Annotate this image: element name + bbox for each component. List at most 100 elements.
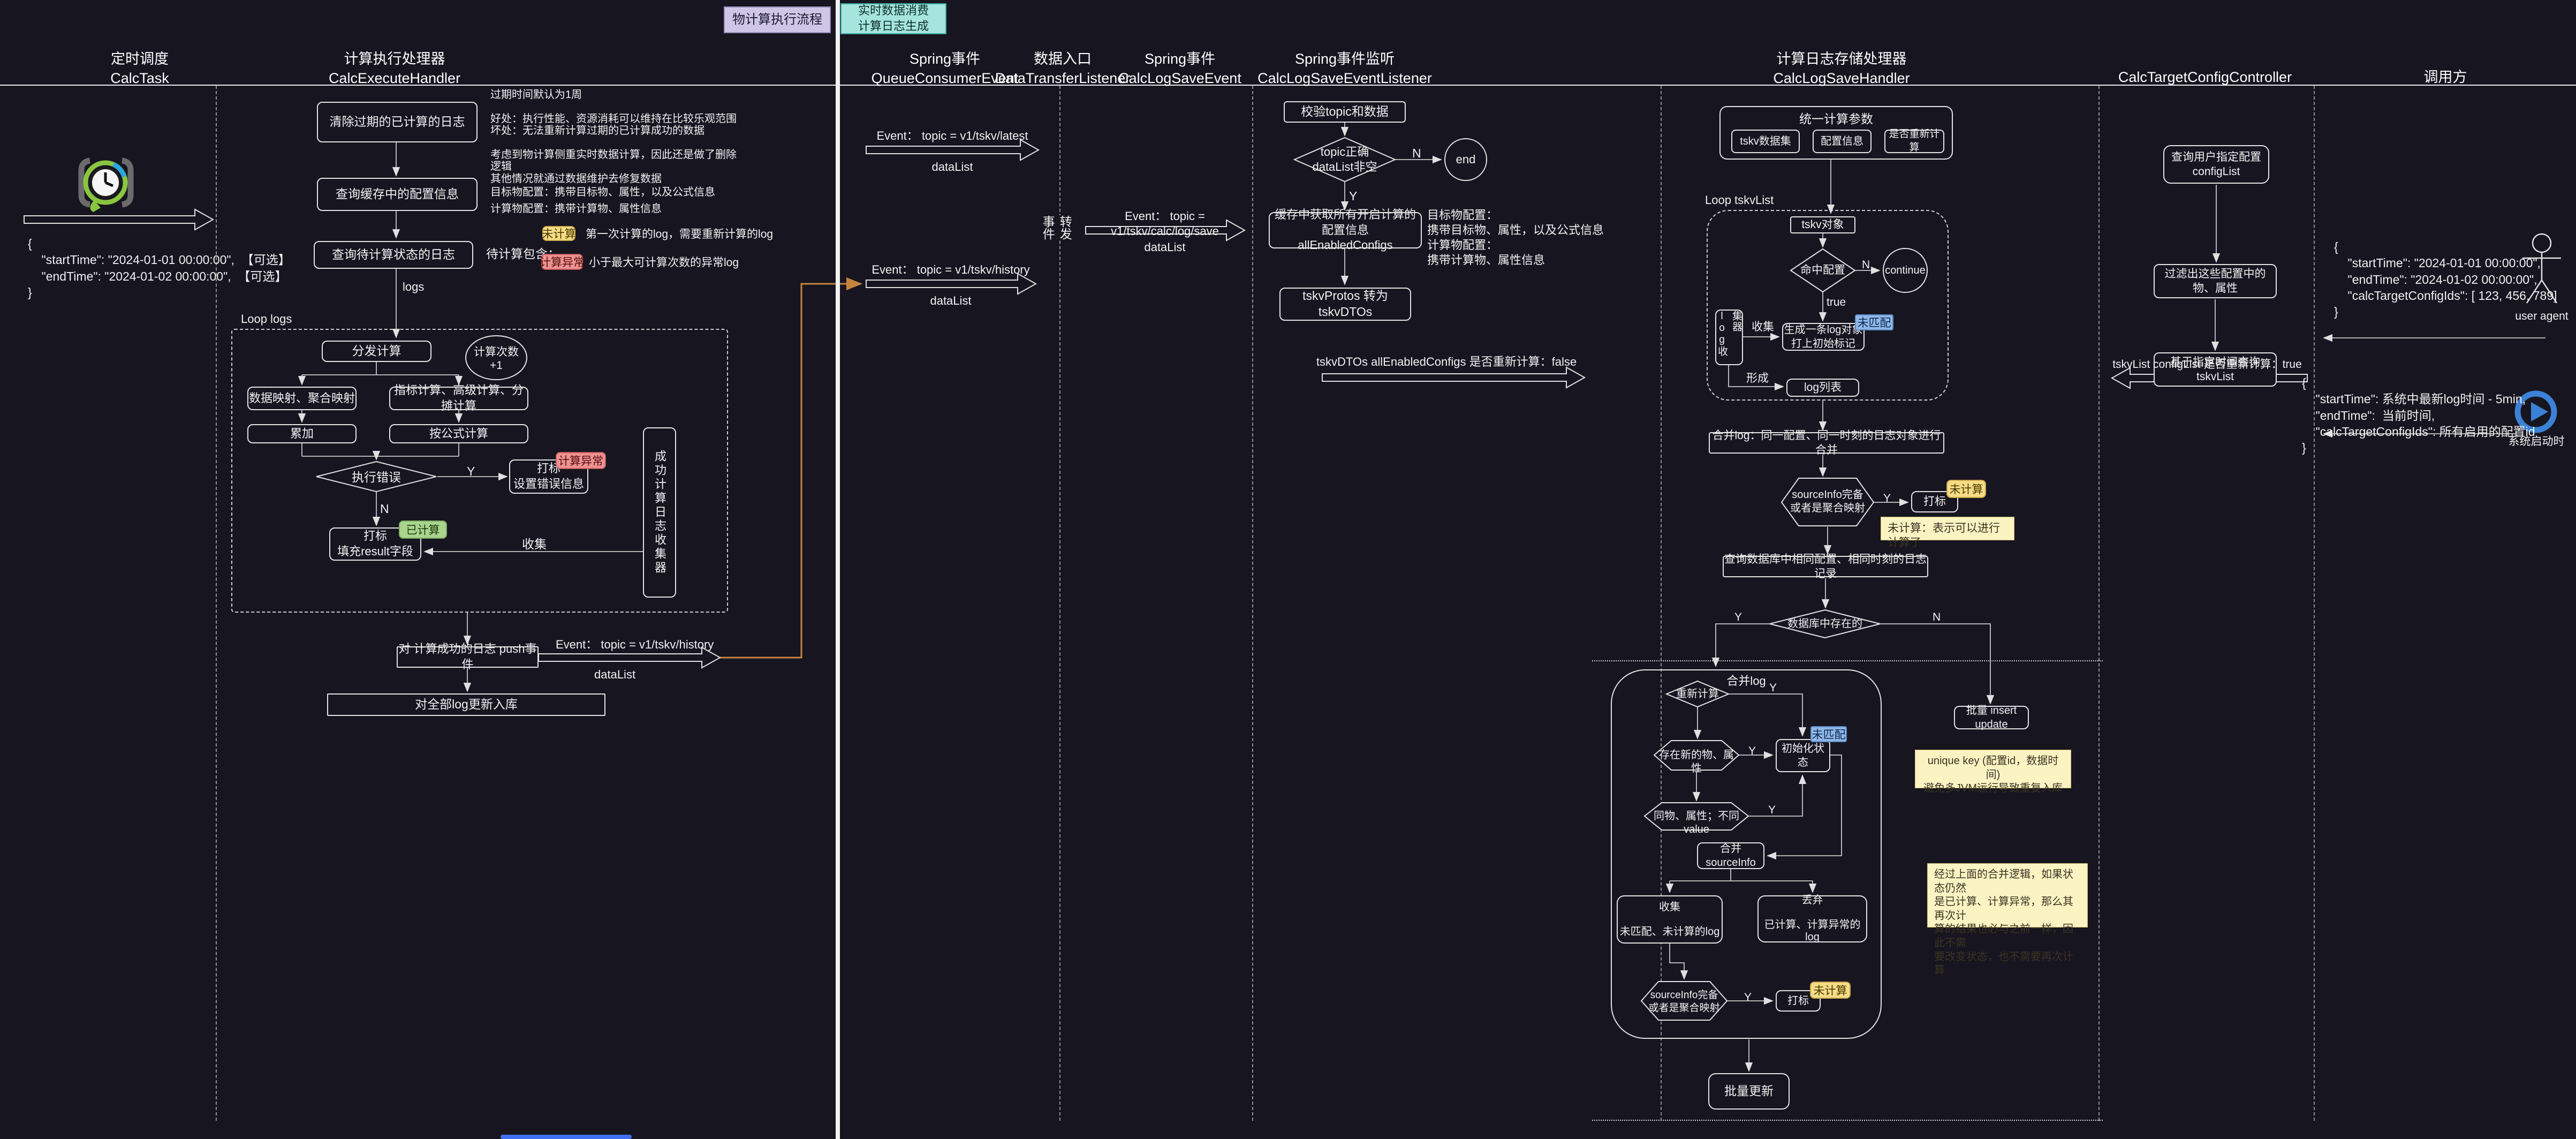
node-get-enabled-configs: 缓存中获取所有开启计算的配置信息 allEnabledConfigs — [1269, 212, 1422, 248]
horizontal-scrollbar-thumb[interactable] — [501, 1135, 632, 1139]
task-trigger-arrow — [24, 209, 213, 230]
section-divider — [836, 0, 840, 1139]
node-metric-calc: 指标计算、高级计算、分摊计算 — [389, 387, 528, 410]
label-collect: 收集 — [522, 537, 547, 552]
label-same-hex: 同物、属性；不同value — [1645, 810, 1748, 836]
label-exec-event-history: Event： topic = v1/tskv/history — [556, 637, 714, 652]
node-accumulate: 累加 — [247, 424, 357, 443]
label-recalc: 重新计算 — [1665, 688, 1730, 701]
label-sys-start: 系统启动时 — [2501, 435, 2572, 449]
label-event-history-mid: Event： topic = v1/tskv/history — [870, 262, 1031, 277]
node-discard-logs: 丢弃 已计算、计算异常的log — [1757, 895, 1867, 942]
node-query-user-config: 查询用户指定配置 configList — [2163, 145, 2269, 184]
label-topic-y: Y — [1349, 188, 1357, 204]
badge-uncalc-2: 未计算 — [1810, 982, 1851, 999]
label-event-history-datalist: dataList — [870, 293, 1031, 308]
note-listener-config: 目标物配置： 携带目标物、属性，以及公式信息 计算物配置： 携带计算物、属性信息 — [1427, 208, 1706, 268]
label-topic-diamond: topic正确 dataList非空 — [1307, 145, 1382, 174]
lane-calclogsavehandler: 计算日志存储处理器 CalcLogSaveHandler — [1745, 49, 1938, 88]
label-exec-error-n: N — [380, 501, 389, 517]
note-uncalc-meaning: 未计算：表示可以进行计算了 — [1881, 517, 2014, 540]
label-handoff-params: tskvDTOs allEnabledConfigs 是否重新计算：false — [1313, 354, 1580, 369]
node-param-tskv: tskv数据集 — [1731, 130, 1800, 153]
label-exec-error: 执行错误 — [344, 470, 408, 485]
label-user-agent: user agent — [2511, 310, 2573, 323]
label-exec-error-y: Y — [467, 464, 475, 479]
label-sourceinfo-hex2: sourceInfo完备 或者是聚合映射 — [1641, 989, 1727, 1015]
label-event-save-datalist: dataList — [1074, 240, 1256, 255]
decision-shapes — [316, 138, 1880, 1020]
label-exec-datalist: dataList — [594, 667, 635, 682]
node-continue: continue — [1883, 248, 1928, 293]
badge-calculated: 已计算 — [399, 521, 447, 539]
node-clear-expired-logs: 清除过期的已计算的日志 — [317, 102, 478, 142]
badge-calc-error: 计算异常 — [541, 254, 583, 270]
label-collect-2: 收集 — [1752, 320, 1774, 334]
label-hit-config: 命中配置 — [1791, 263, 1855, 277]
node-param-config: 配置信息 — [1813, 130, 1872, 153]
label-logs: logs — [403, 280, 424, 295]
node-filter-config: 过滤出这些配置中的物、属性 — [2154, 264, 2277, 298]
label-event-latest-datalist: dataList — [872, 160, 1033, 175]
node-data-mapping: 数据映射、聚合映射 — [247, 387, 357, 410]
label-new-y: Y — [1748, 744, 1756, 758]
lane-calctargetconfigcontroller: CalcTargetConfigController — [2109, 67, 2301, 87]
label-forward-right: 转发 — [1058, 215, 1071, 240]
lane-calctask: 定时调度 CalcTask — [75, 49, 204, 88]
label-hit-true: true — [1827, 296, 1846, 310]
node-success-log-collector: 成功计算日志收集器 — [643, 427, 676, 598]
node-convert-protos: tskvProtos 转为 tskvDTOs — [1279, 288, 1411, 321]
label-forward-left: 事件 — [1041, 215, 1054, 240]
node-update-all-logs: 对全部log更新入库 — [327, 693, 605, 716]
label-event-save: Event： topic = v1/tskv/calc/log/save — [1074, 209, 1256, 238]
note-config-carry: 目标物配置：携带目标物、属性，以及公式信息 计算物配置：携带计算物、属性信息 — [490, 184, 742, 217]
node-batch-update: 批量更新 — [1708, 1073, 1790, 1110]
clock-icon — [81, 161, 131, 212]
label-return-params: tskvList configList 是否重新计算：true — [2108, 358, 2306, 372]
label-unify-params: 统一计算参数 — [1721, 111, 1952, 127]
badge-unmatched-2: 未匹配 — [1810, 726, 1847, 742]
node-init-state: 初始化状态 — [1776, 739, 1830, 772]
label-topic-n: N — [1412, 146, 1421, 161]
node-query-cached-config: 查询缓存中的配置信息 — [317, 178, 478, 211]
lane-calcexecutehandler: 计算执行处理器 CalcExecuteHandler — [298, 49, 491, 88]
label-sourceinfo-hex1: sourceInfo完备 或者是聚合映射 — [1787, 488, 1868, 515]
lane-calclogsaveevent: Spring事件 CalcLogSaveEvent — [1100, 49, 1260, 88]
node-merge-sourceinfo: 合并 sourceInfo — [1697, 842, 1764, 869]
node-collect-logs: 收集 未匹配、未计算的log — [1617, 895, 1723, 944]
label-merge-log: 合并log — [1611, 674, 1882, 689]
label-calc-error-desc: 小于最大可计算次数的异常log — [589, 256, 739, 270]
label-recalc-y: Y — [1769, 681, 1777, 695]
lane-caller: 调用方 — [2381, 67, 2510, 87]
node-push-event: 对 计算成功的日志 push事件 — [397, 646, 539, 668]
node-tskv-object: tskv对象 — [1790, 216, 1855, 233]
node-dispatch-calc: 分发计算 — [322, 341, 431, 362]
badge-uncalc-1: 未计算 — [1946, 480, 1986, 498]
label-db-exist: 数据库中存在的 — [1787, 617, 1862, 631]
badge-unmatched-1: 未匹配 — [1855, 314, 1893, 330]
handoff-arrow — [1322, 367, 1585, 388]
note-unique-key: unique key (配置id，数据时间) 避免多JVM运行导致重复入库 — [1915, 750, 2071, 788]
label-loop-logs: Loop logs — [241, 312, 292, 327]
node-formula-calc: 按公式计算 — [389, 424, 528, 443]
diagram-canvas: 物计算执行流程 实时数据消费 计算日志生成 定时调度 CalcTask 计算执行… — [0, 0, 2576, 1139]
label-same-y: Y — [1768, 803, 1776, 817]
node-merge-log-row: 合并log：同一配置、同一时刻的日志对象进行合并 — [1709, 432, 1944, 454]
tab-realtime[interactable]: 实时数据消费 计算日志生成 — [840, 3, 946, 34]
node-validate-topic: 校验topic和数据 — [1284, 101, 1406, 123]
node-query-db-logs: 查询数据库中相同配置、相同时刻的日志记录 — [1723, 556, 1928, 577]
node-log-list: log列表 — [1786, 379, 1859, 397]
label-db-n: N — [1933, 610, 1941, 624]
node-param-recalc: 是否重新计算 — [1884, 130, 1944, 153]
label-uncalculated-desc: 第一次计算的log，需要重新计算的log — [586, 228, 773, 242]
label-source1-y: Y — [1883, 492, 1891, 506]
task-request-json: { "startTime": "2024-01-01 00:00:00", 【可… — [28, 236, 291, 300]
node-query-pending-logs: 查询待计算状态的日志 — [314, 241, 473, 269]
node-log-collector: log收集器 — [1715, 310, 1743, 365]
lane-calclogsaveeventlistener: Spring事件监听 CalcLogSaveEventListener — [1248, 49, 1441, 88]
label-source2-y: Y — [1744, 991, 1752, 1005]
note-merge-logic: 经过上面的合并逻辑，如果状态仍然 是已计算、计算异常，那么其再次计 算的结果也必… — [1927, 863, 2088, 927]
label-loop-tskvlist: Loop tskvList — [1705, 193, 1774, 208]
badge-calc-error-2: 计算异常 — [556, 452, 606, 469]
tab-flow[interactable]: 物计算执行流程 — [724, 6, 831, 33]
